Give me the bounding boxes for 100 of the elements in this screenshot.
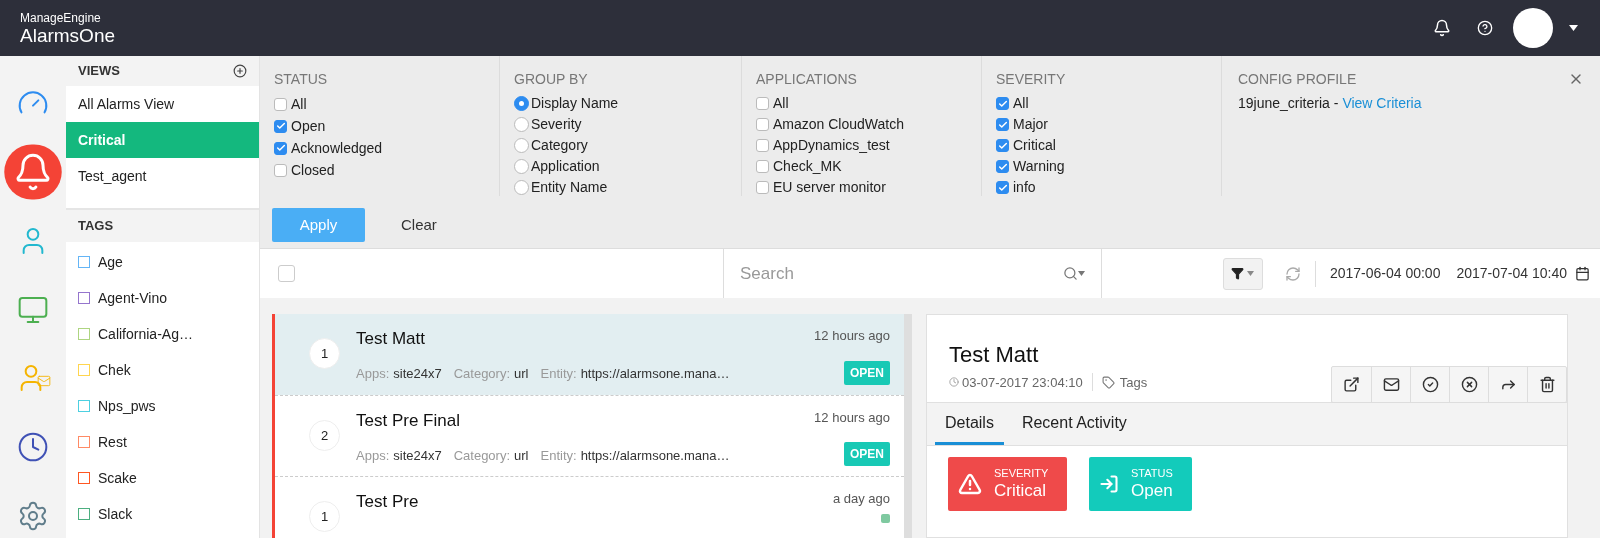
radio-button[interactable] (514, 159, 529, 174)
end-date: 2017-07-04 10:40 (1456, 264, 1567, 283)
tags-link[interactable]: Tags (1119, 372, 1148, 392)
alarm-title: Test Matt (356, 328, 426, 350)
alarm-row[interactable]: 1 Test Matt Apps: site24x7 Category: url Entity: https://alarmsone.mana… 12 hours ago OPEN (275, 314, 904, 395)
option-label: All (773, 94, 789, 113)
tag-item[interactable]: Rest (98, 431, 127, 453)
checkbox[interactable] (756, 118, 769, 131)
option-label: Closed (291, 160, 335, 180)
checkbox[interactable] (274, 163, 287, 177)
tag-item[interactable]: Chek (98, 359, 131, 381)
add-icon[interactable] (233, 64, 247, 78)
tag-item[interactable]: Agent-Vino (98, 287, 167, 309)
checkbox[interactable] (274, 141, 287, 155)
filter-heading: CONFIG PROFILE (1238, 70, 1358, 89)
count-badge: 1 (309, 338, 340, 369)
checkbox[interactable] (996, 160, 1009, 173)
field-label: Entity: (540, 364, 577, 383)
count-badge: 1 (309, 501, 340, 532)
section-heading: TAGS (78, 217, 114, 236)
alarm-title: Test Pre Final (356, 410, 461, 432)
checkbox[interactable] (274, 97, 287, 111)
option-label: AppDynamics_test (773, 136, 890, 155)
field-label: Entity: (540, 446, 577, 465)
brand-subtitle: ManageEngine (20, 11, 102, 24)
filter-heading: GROUP BY (514, 70, 589, 89)
select-all-checkbox[interactable] (278, 265, 295, 282)
tag-item[interactable]: Nps_pws (98, 395, 156, 417)
tag-icon[interactable] (1101, 375, 1115, 389)
checkbox[interactable] (996, 118, 1009, 131)
checkbox[interactable] (996, 139, 1009, 152)
tag-item[interactable]: California-Ag… (98, 323, 193, 345)
alarm-time: 12 hours ago (814, 327, 890, 345)
option-label: Severity (531, 115, 582, 134)
checkbox[interactable] (756, 181, 769, 194)
card-label: STATUS (1131, 466, 1173, 481)
clock-icon (949, 377, 959, 388)
radio-button[interactable] (514, 138, 529, 153)
checkbox[interactable] (996, 97, 1009, 110)
filter-heading: SEVERITY (996, 70, 1067, 89)
checkbox[interactable] (756, 139, 769, 152)
field-value: site24x7 (393, 446, 442, 465)
alarm-time: 12 hours ago (814, 409, 890, 427)
trash-icon[interactable] (1538, 376, 1556, 393)
tag-item[interactable]: Slack (98, 503, 133, 525)
bell-icon[interactable] (4, 144, 62, 200)
envelope-icon[interactable] (1382, 376, 1400, 393)
view-item[interactable]: All Alarms View (66, 86, 259, 122)
app-logo-text: AlarmsOne (20, 25, 116, 45)
filter-heading: STATUS (274, 70, 329, 89)
profile-name: 19june_criteria - (1238, 94, 1339, 113)
tag-item[interactable]: Scake (98, 467, 137, 489)
option-label: EU server monitor (773, 178, 886, 197)
detail-tab[interactable]: Recent Activity (1011, 403, 1137, 445)
checkbox[interactable] (756, 160, 769, 173)
card-value: Open (1131, 480, 1173, 502)
checkbox[interactable] (274, 119, 287, 133)
notifications-icon[interactable] (1433, 19, 1451, 37)
radio-button[interactable] (514, 180, 529, 195)
clear-button[interactable]: Clear (385, 208, 453, 242)
option-label: info (1013, 178, 1036, 197)
card-label: SEVERITY (994, 466, 1049, 481)
radio-button[interactable] (514, 117, 529, 132)
check-circle-icon[interactable] (1421, 376, 1439, 393)
field-label: Category: (453, 446, 511, 465)
checkbox[interactable] (756, 97, 769, 110)
radio-button[interactable] (514, 96, 529, 111)
option-label: Check_MK (773, 157, 842, 176)
field-label: Category: (453, 364, 511, 383)
external-link-icon[interactable] (1343, 376, 1360, 393)
count-badge: 2 (309, 420, 340, 451)
refresh-icon[interactable] (1284, 265, 1301, 282)
tag-item[interactable]: Age (98, 251, 123, 273)
option-label: Acknowledged (291, 138, 383, 158)
option-label: Major (1013, 115, 1048, 134)
option-label: Amazon CloudWatch (773, 115, 904, 134)
help-icon[interactable] (1477, 20, 1493, 36)
detail-title: Test Matt (949, 340, 1040, 369)
timestamp: 03-07-2017 23:04:10 (962, 373, 1083, 392)
option-label: Open (291, 116, 326, 136)
filter-heading: APPLICATIONS (756, 70, 858, 89)
field-label: Apps: (356, 364, 390, 383)
option-label: Display Name (531, 94, 619, 113)
detail-tab[interactable]: Details (935, 403, 1004, 445)
sign-in-icon (1099, 474, 1119, 494)
start-date: 2017-06-04 00:00 (1329, 264, 1441, 283)
filter-button[interactable] (1222, 257, 1263, 290)
checkbox[interactable] (996, 181, 1009, 194)
view-item[interactable]: Test_agent (66, 158, 259, 194)
option-label: All (1013, 94, 1029, 113)
x-circle-icon[interactable] (1460, 376, 1478, 393)
search-field[interactable]: Search (740, 258, 1063, 289)
field-label: Apps: (356, 446, 390, 465)
search-icon[interactable] (1063, 266, 1078, 281)
status-badge: OPEN (844, 442, 890, 466)
calendar-icon[interactable] (1575, 266, 1590, 281)
avatar[interactable] (1513, 8, 1553, 48)
filter-icon[interactable] (1231, 267, 1245, 280)
caret-icon[interactable] (1569, 25, 1578, 31)
status-badge: OPEN (844, 361, 890, 385)
